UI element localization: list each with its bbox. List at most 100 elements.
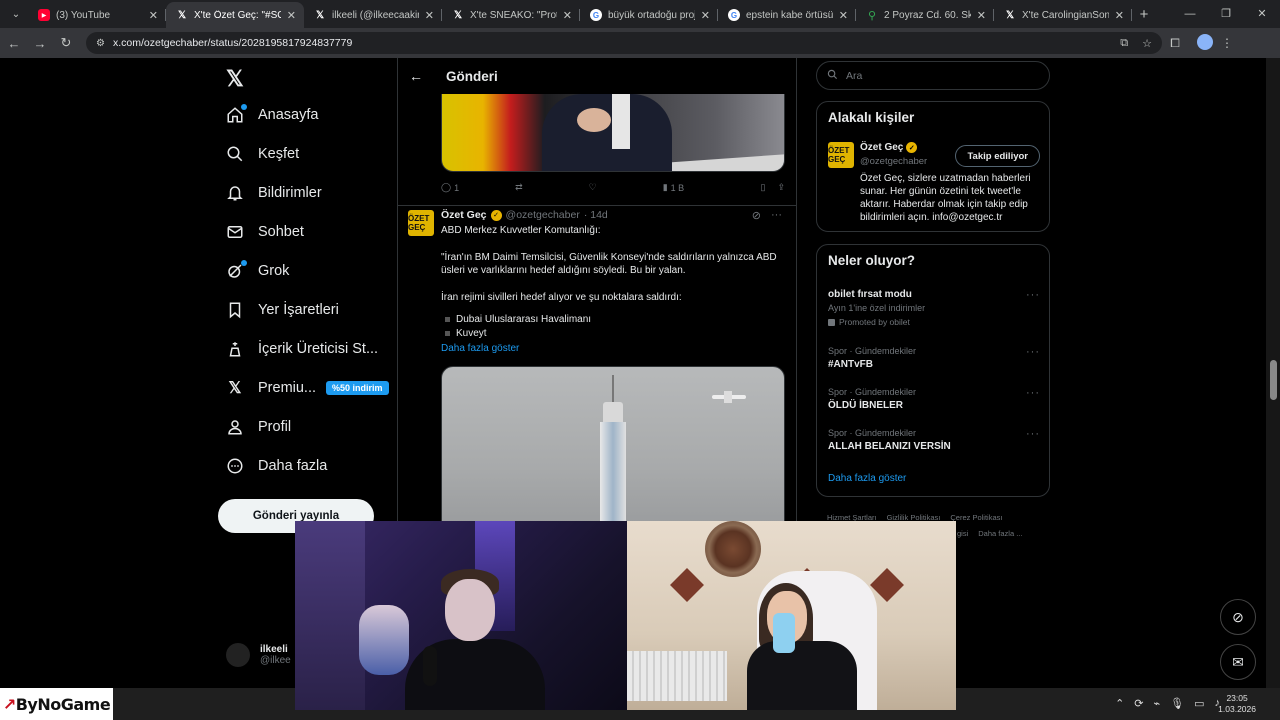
browser-tab[interactable]: ⚲ 2 Poyraz Cd. 60. Sk. - Goo ✕ [856, 2, 994, 28]
nav-bookmarks[interactable]: Yer İşaretleri [226, 291, 396, 329]
avatar[interactable]: ÖZET GEÇ [408, 210, 434, 236]
close-icon[interactable]: ✕ [425, 9, 434, 22]
tweet-time[interactable]: · 14d [584, 209, 608, 221]
address-bar[interactable]: ⚙ x.com/ozetgechaber/status/202819581792… [86, 32, 1162, 54]
scrollbar-thumb[interactable] [1270, 360, 1277, 400]
nav-explore[interactable]: Keşfet [226, 135, 396, 173]
nav-home[interactable]: Anasayfa [226, 96, 396, 134]
show-more-link[interactable]: Daha fazla göster [441, 342, 789, 356]
minimize-icon[interactable]: — [1172, 0, 1208, 28]
previous-tweet-image[interactable] [441, 94, 785, 172]
profile-avatar[interactable] [1188, 33, 1214, 53]
related-person-name-row[interactable]: Özet Geç ✓ [860, 142, 918, 153]
more-options-icon[interactable]: ··· [1026, 428, 1040, 440]
browser-tab[interactable]: Gepstein kabe örtüsünü kim ✕ [718, 2, 856, 28]
premium-discount-badge[interactable]: %50 indirim [326, 381, 389, 395]
more-options-icon[interactable]: ··· [1026, 289, 1040, 301]
following-button[interactable]: Takip ediliyor [955, 145, 1040, 167]
footer-link[interactable]: Çerez Politikası [950, 513, 1002, 522]
related-person-handle[interactable]: @ozetgechaber [860, 156, 927, 167]
sync-icon[interactable]: ⟳ [1134, 697, 1143, 710]
nav-profile[interactable]: Profil [226, 408, 396, 446]
messages-fab-button[interactable]: ✉ [1220, 644, 1256, 680]
reload-icon[interactable]: ↻ [54, 35, 78, 51]
nav-more[interactable]: Daha fazla [226, 447, 396, 485]
browser-tab[interactable]: 𝕏 X'te CarolingianSon: "@E ✕ [994, 2, 1132, 28]
back-arrow-icon[interactable]: ← [2, 36, 26, 51]
url-text[interactable]: x.com/ozetgechaber/status/20281958179248… [113, 37, 352, 49]
close-icon[interactable]: ✕ [149, 9, 158, 22]
restore-icon[interactable]: ❐ [1208, 0, 1244, 28]
forward-arrow-icon[interactable]: → [28, 36, 52, 51]
close-icon[interactable]: ✕ [977, 9, 986, 22]
footer-link[interactable]: Daha fazla ... [978, 529, 1022, 538]
nav-grok[interactable]: Grok [226, 252, 396, 290]
trend-item[interactable]: Spor · Gündemdekiler ÖLDÜ İBNELER ··· [828, 387, 1040, 411]
reply-count: 1 [454, 182, 460, 193]
close-icon[interactable]: ✕ [563, 9, 572, 22]
clock-time: 23:05 [1226, 693, 1248, 703]
tab-title: ilkeeli (@ilkeecaakir) / X [332, 9, 419, 21]
close-icon[interactable]: ✕ [701, 9, 710, 22]
show-more-link[interactable]: Daha fazla göster [828, 473, 906, 484]
trend-item[interactable]: Spor · Gündemdekiler ALLAH BELANIZI VERS… [828, 428, 1040, 452]
page-scrollbar[interactable] [1266, 58, 1280, 688]
nav-chat[interactable]: Sohbet [226, 213, 396, 251]
close-window-icon[interactable]: ✕ [1244, 0, 1280, 28]
site-info-icon[interactable]: ⚙ [96, 38, 105, 49]
bookmark-button[interactable]: ▯ [761, 182, 766, 193]
repost-button[interactable]: ⇄ [515, 182, 523, 193]
bookmark-star-icon[interactable]: ☆ [1142, 37, 1152, 50]
display-icon[interactable]: ▭ [1194, 697, 1204, 710]
nav-premium[interactable]: 𝕏 Premiu... %50 indirim [226, 369, 396, 407]
chevron-up-icon[interactable]: ⌃ [1115, 697, 1124, 710]
footer-link[interactable]: gisi [957, 529, 968, 538]
new-tab-button[interactable]: + [1132, 6, 1156, 23]
views-button[interactable]: ▮ 1 B [663, 182, 684, 193]
search-icon [226, 145, 244, 163]
x-icon: 𝕏 [177, 9, 187, 21]
close-icon[interactable]: ✕ [1115, 9, 1124, 22]
promoted-text: Promoted by obilet [839, 317, 910, 327]
avatar[interactable]: ÖZET GEÇ [828, 142, 854, 168]
browser-tab[interactable]: 𝕏ilkeeli (@ilkeecaakir) / X ✕ [304, 2, 442, 28]
back-arrow-icon[interactable]: ← [398, 68, 434, 84]
more-options-icon[interactable]: ··· [1026, 346, 1040, 358]
reply-button[interactable]: ◯ 1 [441, 182, 459, 193]
share-button[interactable]: ⇪ [777, 182, 785, 193]
more-options-icon[interactable]: ··· [771, 209, 782, 222]
tweet-image[interactable] [441, 366, 785, 536]
mic-icon[interactable]: 🎙 [1170, 697, 1184, 710]
grok-fab-button[interactable]: ⊘ [1220, 599, 1256, 635]
account-switcher[interactable]: ilkeeli @ilkee [226, 643, 291, 667]
home-icon [226, 104, 247, 124]
install-app-icon[interactable]: ⧉ [1120, 37, 1128, 50]
browser-tab-active[interactable]: 𝕏 X'te Özet Geç: "#SONDAK ✕ [166, 2, 304, 28]
nav-notifications[interactable]: Bildirimler [226, 174, 396, 212]
tweet-author-handle[interactable]: @ozetgechaber [506, 209, 580, 221]
extensions-icon[interactable]: ⧠ [1162, 36, 1188, 51]
system-tray: ⌃ ⟳ ⌁ 🎙 ▭ ♪ [1115, 697, 1220, 710]
browser-menu-icon[interactable]: ⋮ [1214, 36, 1240, 50]
x-logo-icon: 𝕏 [228, 380, 242, 397]
close-icon[interactable]: ✕ [839, 9, 848, 22]
like-button[interactable]: ♡ [589, 182, 597, 193]
trend-subtitle: Ayın 1'ine özel indirimler [828, 303, 926, 313]
browser-tab[interactable]: ▶ (3) YouTube ✕ [28, 2, 166, 28]
list-item: Dubai Uluslararası Havalimanı [445, 313, 789, 327]
more-options-icon[interactable]: ··· [1026, 387, 1040, 399]
close-icon[interactable]: ✕ [287, 9, 296, 22]
trend-item[interactable]: Spor · Gündemdekiler #ANTvFB ··· [828, 346, 1040, 370]
tweet-author-name[interactable]: Özet Geç [441, 209, 487, 221]
x-logo-icon[interactable]: 𝕏 [226, 66, 244, 92]
page-title: Gönderi [446, 68, 498, 84]
browser-tab[interactable]: Gbüyük ortadoğu projesi h ✕ [580, 2, 718, 28]
grok-icon[interactable]: ⊘ [752, 209, 761, 222]
nav-creator-studio[interactable]: İçerik Üreticisi St... [226, 330, 396, 368]
trend-item[interactable]: obilet fırsat modu Ayın 1'ine özel indir… [828, 289, 1040, 327]
network-icon[interactable]: ⌁ [1154, 697, 1161, 710]
search-input[interactable]: Ara [816, 61, 1050, 90]
tab-search-button[interactable]: ⌄ [4, 4, 28, 24]
browser-tab[interactable]: 𝕏 X'te SNEAKO: "Protect Tu ✕ [442, 2, 580, 28]
clock[interactable]: 23:05 1.03.2026 [1218, 693, 1256, 715]
